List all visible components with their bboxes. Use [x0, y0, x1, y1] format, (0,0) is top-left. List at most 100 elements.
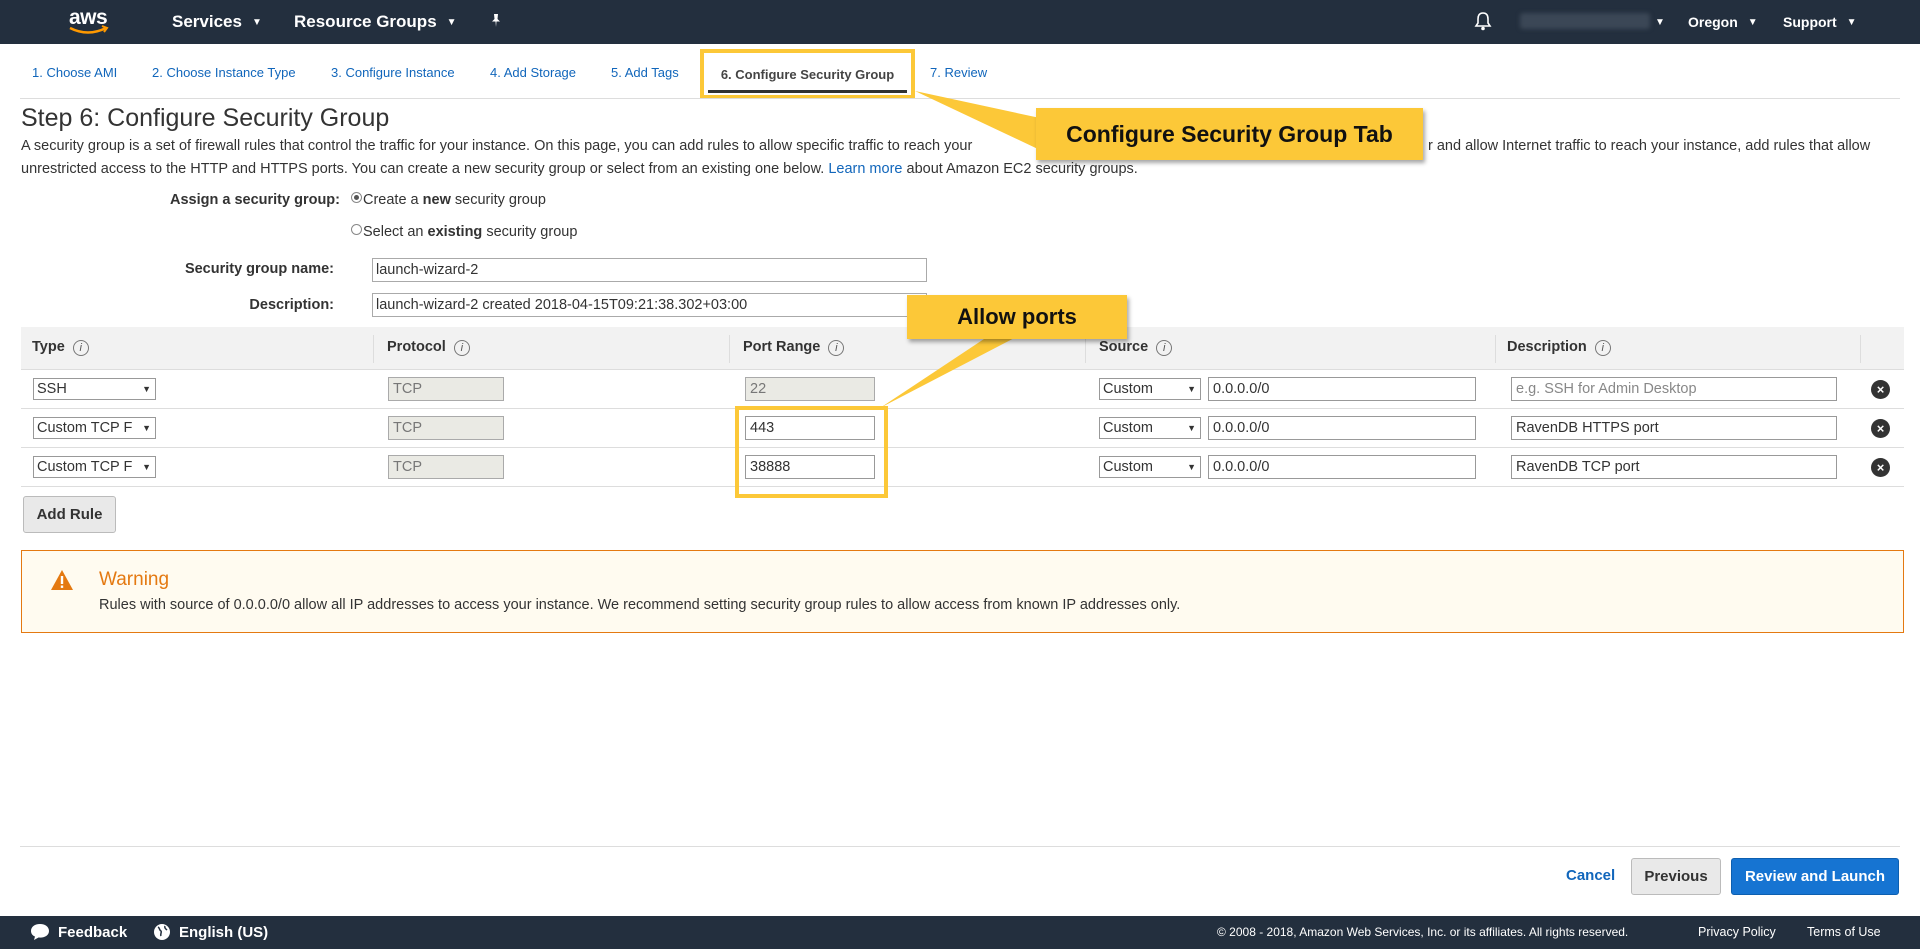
table-row: SSH ▼ TCP 22 Custom ▼ 0.0.0.0/0 e.g. SSH f… [21, 370, 1904, 409]
tab-review[interactable]: 7. Review [930, 50, 987, 95]
radio-button-selected[interactable] [351, 192, 362, 203]
header-port-range-label: Port Range [743, 339, 821, 355]
tab-configure-instance[interactable]: 3. Configure Instance [331, 50, 455, 95]
region-label: Oregon [1688, 14, 1738, 30]
aws-logo[interactable]: aws [64, 6, 116, 38]
warning-title: Warning [99, 569, 170, 590]
header-port-range: Port Range i [743, 327, 845, 370]
chevron-down-icon: ▼ [251, 17, 262, 28]
table-row: Custom TCP F ▼ TCP 443 Custom ▼ 0.0.0.0/0 … [21, 409, 1904, 448]
region-menu[interactable]: Oregon ▼ [1688, 0, 1758, 44]
header-type: Type i [32, 327, 89, 370]
resource-groups-label: Resource Groups [294, 12, 437, 31]
rule-description-input[interactable]: e.g. SSH for Admin Desktop [1511, 377, 1837, 401]
radio-select-existing-group[interactable]: Select an existing security group [351, 224, 577, 240]
callout-configure-security-group-tab: Configure Security Group Tab [1036, 108, 1423, 160]
description-line-2: unrestricted access to the HTTP and HTTP… [21, 161, 825, 177]
source-select[interactable]: Custom ▼ [1099, 456, 1201, 478]
cancel-button[interactable]: Cancel [1566, 867, 1615, 884]
protocol-field: TCP [388, 455, 504, 479]
source-cidr-input[interactable]: 0.0.0.0/0 [1208, 377, 1476, 401]
services-label: Services [172, 12, 242, 31]
tabs-divider [20, 98, 1900, 99]
pin-icon[interactable] [488, 0, 504, 44]
actions-divider [20, 846, 1900, 847]
column-divider [1495, 335, 1496, 363]
info-icon[interactable]: i [453, 340, 470, 356]
chevron-down-icon: ▼ [1846, 17, 1857, 28]
page-title: Step 6: Configure Security Group [21, 104, 390, 132]
radio-new-text-bold: new [422, 192, 451, 208]
column-divider [373, 335, 374, 363]
security-group-name-input[interactable]: launch-wizard-2 [372, 258, 927, 282]
source-select-value: Custom [1103, 381, 1153, 397]
source-select-value: Custom [1103, 459, 1153, 475]
type-select[interactable]: Custom TCP F ▼ [33, 456, 156, 478]
chevron-down-icon: ▼ [1187, 462, 1196, 472]
chevron-down-icon: ▼ [142, 462, 151, 472]
source-cidr-input[interactable]: 0.0.0.0/0 [1208, 416, 1476, 440]
description-line-1: A security group is a set of firewall ru… [21, 138, 973, 154]
remove-rule-icon[interactable]: × [1871, 458, 1890, 477]
rule-description-input[interactable]: RavenDB HTTPS port [1511, 416, 1837, 440]
column-divider [1860, 335, 1861, 363]
remove-rule-icon[interactable]: × [1871, 380, 1890, 399]
callout-allow-ports: Allow ports [907, 295, 1127, 339]
language-selector[interactable]: English (US) [153, 916, 268, 949]
feedback-link[interactable]: Feedback [30, 916, 127, 949]
type-select-value: Custom TCP F [37, 420, 133, 436]
info-icon[interactable]: i [1594, 340, 1611, 356]
column-divider [1085, 335, 1086, 363]
account-menu-caret[interactable]: ▼ [1655, 0, 1665, 44]
remove-rule-icon[interactable]: × [1871, 419, 1890, 438]
footer-bar: Feedback English (US) © 2008 - 2018, Ama… [0, 916, 1920, 949]
page-description: A security group is a set of firewall ru… [21, 135, 1901, 181]
tab-configure-security-group[interactable]: 6. Configure Security Group [708, 55, 907, 93]
tab-choose-ami[interactable]: 1. Choose AMI [32, 50, 117, 95]
info-icon[interactable]: i [72, 340, 89, 356]
tab-choose-instance-type[interactable]: 2. Choose Instance Type [152, 50, 296, 95]
tab-add-storage[interactable]: 4. Add Storage [490, 50, 576, 95]
resource-groups-menu[interactable]: Resource Groups ▼ [294, 0, 457, 44]
column-divider [729, 335, 730, 363]
terms-of-use-link[interactable]: Terms of Use [1807, 916, 1881, 949]
radio-existing-text-post: security group [482, 224, 578, 240]
chevron-down-icon: ▼ [1187, 423, 1196, 433]
info-icon[interactable]: i [828, 340, 845, 356]
review-and-launch-button[interactable]: Review and Launch [1731, 858, 1899, 895]
tab-highlight-box: 6. Configure Security Group [700, 49, 915, 99]
account-menu-redacted[interactable] [1520, 13, 1650, 29]
protocol-field: TCP [388, 416, 504, 440]
security-group-description-input[interactable]: launch-wizard-2 created 2018-04-15T09:21… [372, 293, 927, 317]
header-description-label: Description [1507, 339, 1587, 355]
rule-description-input[interactable]: RavenDB TCP port [1511, 455, 1837, 479]
chevron-down-icon: ▼ [1655, 17, 1665, 28]
source-select-value: Custom [1103, 420, 1153, 436]
type-select[interactable]: SSH ▼ [33, 378, 156, 400]
port-range-highlight-box [735, 406, 888, 498]
support-menu[interactable]: Support ▼ [1783, 0, 1857, 44]
source-select[interactable]: Custom ▼ [1099, 378, 1201, 400]
previous-button[interactable]: Previous [1631, 858, 1721, 895]
type-select[interactable]: Custom TCP F ▼ [33, 417, 156, 439]
radio-existing-text-pre: Select an [363, 224, 428, 240]
radio-create-new-group[interactable]: Create a new security group [351, 192, 546, 208]
chevron-down-icon: ▼ [1747, 17, 1758, 28]
tab-add-tags[interactable]: 5. Add Tags [611, 50, 679, 95]
learn-more-link[interactable]: Learn more [828, 161, 902, 177]
radio-button[interactable] [351, 224, 362, 235]
source-select[interactable]: Custom ▼ [1099, 417, 1201, 439]
chevron-down-icon: ▼ [1187, 384, 1196, 394]
add-rule-button[interactable]: Add Rule [23, 496, 116, 533]
services-menu[interactable]: Services ▼ [172, 0, 262, 44]
protocol-field: TCP [388, 377, 504, 401]
source-cidr-input[interactable]: 0.0.0.0/0 [1208, 455, 1476, 479]
bell-icon[interactable] [1474, 0, 1492, 44]
top-navigation-bar: aws Services ▼ Resource Groups ▼ ▼ Orego… [0, 0, 1920, 44]
table-row: Custom TCP F ▼ TCP 38888 Custom ▼ 0.0.0.0/… [21, 448, 1904, 487]
radio-new-text-pre: Create a [363, 192, 423, 208]
privacy-policy-link[interactable]: Privacy Policy [1698, 916, 1776, 949]
speech-bubble-icon [31, 924, 49, 940]
info-icon[interactable]: i [1156, 340, 1173, 356]
ec2-launch-wizard-page: aws Services ▼ Resource Groups ▼ ▼ Orego… [0, 0, 1920, 949]
